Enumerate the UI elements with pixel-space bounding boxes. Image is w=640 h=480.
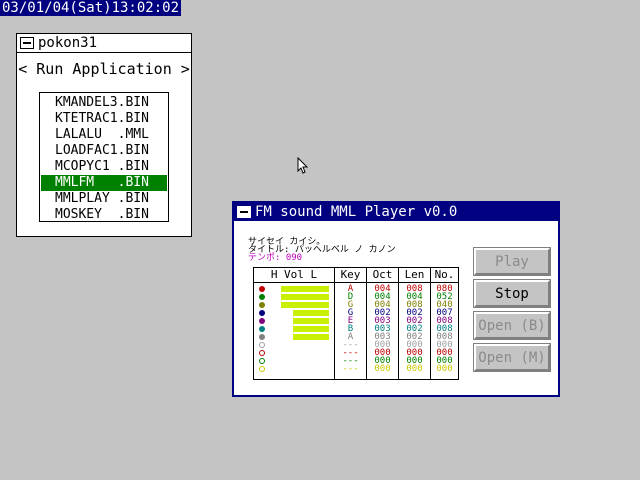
window-title: FM sound MML Player v0.0 [255,204,458,220]
mouse-pointer-icon [297,157,309,174]
divider [254,282,458,283]
channel-key: --- [342,364,359,374]
clock-display: 03/01/04(Sat)13:02:02 [0,0,182,16]
file-list-item[interactable]: KMANDEL3.BIN [41,95,167,111]
channel-indicator [259,358,265,364]
window-menu-button[interactable] [237,206,251,218]
file-list-item[interactable]: MMLFM .BIN [41,175,167,191]
volume-bar [281,294,329,300]
stop-button[interactable]: Stop [473,279,551,308]
volume-bar [281,302,329,308]
launcher-window: pokon31 < Run Application > KMANDEL3.BIN… [16,33,192,237]
file-list-item[interactable]: KTETRAC1.BIN [41,111,167,127]
channel-indicator [259,286,265,292]
section-title: < Run Application > [18,60,190,78]
launcher-titlebar[interactable]: pokon31 [17,34,191,53]
open-b-button[interactable]: Open (B) [473,311,551,340]
oct-header: Oct [372,268,393,281]
window-menu-button[interactable] [20,37,34,49]
tempo-text: テンポ: 090 [248,253,303,263]
file-list-item[interactable]: MOSKEY .BIN [41,207,167,223]
player-titlebar[interactable]: FM sound MML Player v0.0 [234,203,558,221]
file-list-item[interactable]: LOADFAC1.BIN [41,143,167,159]
window-title: pokon31 [38,35,98,51]
len-header: Len [404,268,425,281]
volume-bar [293,334,329,340]
channel-indicator [259,350,265,356]
minus-icon [23,42,31,44]
volume-bar [293,326,329,332]
channel-no: 000 [436,364,453,374]
volume-bar [293,310,329,316]
player-window: FM sound MML Player v0.0 サイセイ カイシ。 タイトル:… [232,201,560,397]
channel-indicator [259,310,265,316]
channel-indicator [259,366,265,372]
key-header: Key [340,268,361,281]
volume-bar [281,286,329,292]
no-header: No. [434,268,455,281]
channel-indicator [259,334,265,340]
channel-indicator [259,342,265,348]
channel-indicator [259,302,265,308]
channel-indicator [259,326,265,332]
channel-indicator [259,294,265,300]
open-m-button[interactable]: Open (M) [473,343,551,372]
play-button[interactable]: Play [473,247,551,276]
minus-icon [240,211,248,213]
file-list-item[interactable]: MCOPYC1 .BIN [41,159,167,175]
volume-bar [293,318,329,324]
file-list-item[interactable]: LALALU .MML [41,127,167,143]
channel-table: H Vol L Key Oct Len No. A 004 008 080 D 004 00… [253,267,459,380]
file-list-item[interactable]: MMLPLAY .BIN [41,191,167,207]
channel-len: 000 [406,364,423,374]
vol-header: H Vol L [270,268,318,281]
file-list[interactable]: KMANDEL3.BIN KTETRAC1.BIN LALALU .MML LOADF… [39,92,169,222]
channel-indicator [259,318,265,324]
channel-oct: 000 [374,364,391,374]
